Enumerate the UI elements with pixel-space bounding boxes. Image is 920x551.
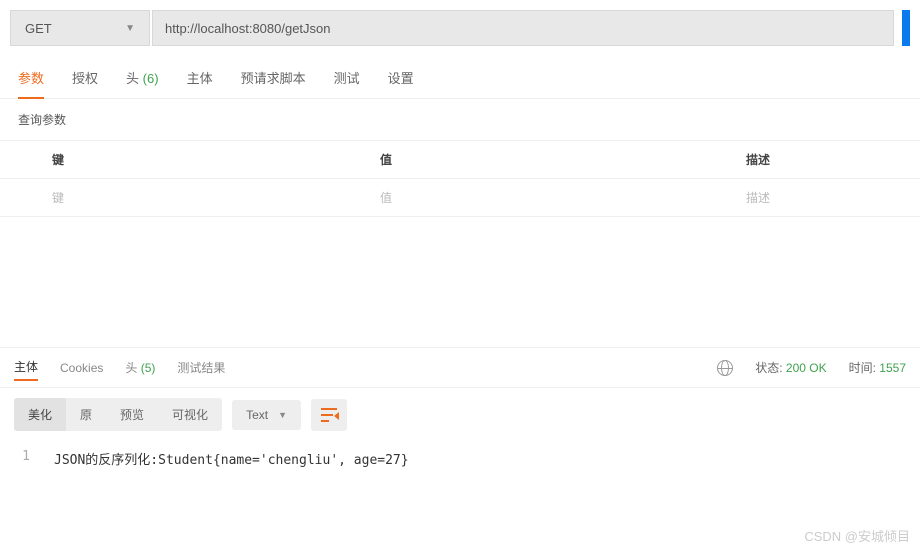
tab-headers[interactable]: 头 (6) — [126, 68, 159, 98]
response-tabs: 主体 Cookies 头 (5) 测试结果 状态: 200 OK 时间: 155… — [0, 347, 920, 388]
url-input[interactable]: http://localhost:8080/getJson — [152, 10, 894, 46]
time-info: 时间: 1557 — [849, 359, 906, 376]
resp-tab-cookies[interactable]: Cookies — [60, 357, 103, 379]
param-value-input[interactable]: 值 — [366, 179, 732, 216]
params-input-row[interactable]: 键 值 描述 — [0, 179, 920, 217]
content-type-select[interactable]: Text ▼ — [232, 400, 301, 430]
http-method-value: GET — [25, 21, 52, 36]
watermark: CSDN @安城倾目 — [804, 526, 910, 545]
globe-icon[interactable] — [717, 360, 733, 376]
send-button[interactable] — [902, 10, 910, 46]
http-method-select[interactable]: GET ▼ — [10, 10, 150, 46]
line-number: 1 — [14, 449, 30, 468]
resp-tab-headers[interactable]: 头 (5) — [125, 355, 155, 380]
params-header-row: 键 值 描述 — [0, 141, 920, 179]
query-params-title: 查询参数 — [0, 99, 920, 141]
param-key-input[interactable]: 键 — [0, 179, 366, 216]
params-table: 键 值 描述 键 值 描述 — [0, 141, 920, 217]
param-desc-input[interactable]: 描述 — [732, 179, 920, 216]
chevron-down-icon: ▼ — [125, 23, 135, 34]
tab-settings[interactable]: 设置 — [388, 68, 414, 98]
tab-auth[interactable]: 授权 — [72, 68, 98, 98]
response-toolbar: 美化 原 预览 可视化 Text ▼ — [0, 388, 920, 441]
col-header-key: 键 — [0, 141, 366, 178]
mode-raw[interactable]: 原 — [66, 398, 106, 431]
tab-tests[interactable]: 测试 — [334, 68, 360, 98]
request-tabs: 参数 授权 头 (6) 主体 预请求脚本 测试 设置 — [0, 56, 920, 99]
response-body[interactable]: 1 JSON的反序列化:Student{name='chengliu', age… — [0, 441, 920, 476]
tab-prerequest[interactable]: 预请求脚本 — [241, 68, 306, 98]
wrap-lines-button[interactable] — [311, 399, 347, 431]
content-type-value: Text — [246, 408, 268, 422]
tab-body[interactable]: 主体 — [187, 68, 213, 98]
col-header-desc: 描述 — [732, 141, 920, 178]
mode-visualize[interactable]: 可视化 — [158, 398, 222, 431]
wrap-icon — [321, 408, 337, 422]
response-line: JSON的反序列化:Student{name='chengliu', age=2… — [54, 449, 409, 468]
view-mode-group: 美化 原 预览 可视化 — [14, 398, 222, 431]
resp-tab-body[interactable]: 主体 — [14, 354, 38, 381]
mode-pretty[interactable]: 美化 — [14, 398, 66, 431]
url-value: http://localhost:8080/getJson — [165, 21, 331, 36]
status-info: 状态: 200 OK — [755, 359, 826, 376]
resp-tab-results[interactable]: 测试结果 — [177, 355, 225, 380]
mode-preview[interactable]: 预览 — [106, 398, 158, 431]
chevron-down-icon: ▼ — [278, 410, 287, 420]
col-header-value: 值 — [366, 141, 732, 178]
tab-params[interactable]: 参数 — [18, 68, 44, 99]
